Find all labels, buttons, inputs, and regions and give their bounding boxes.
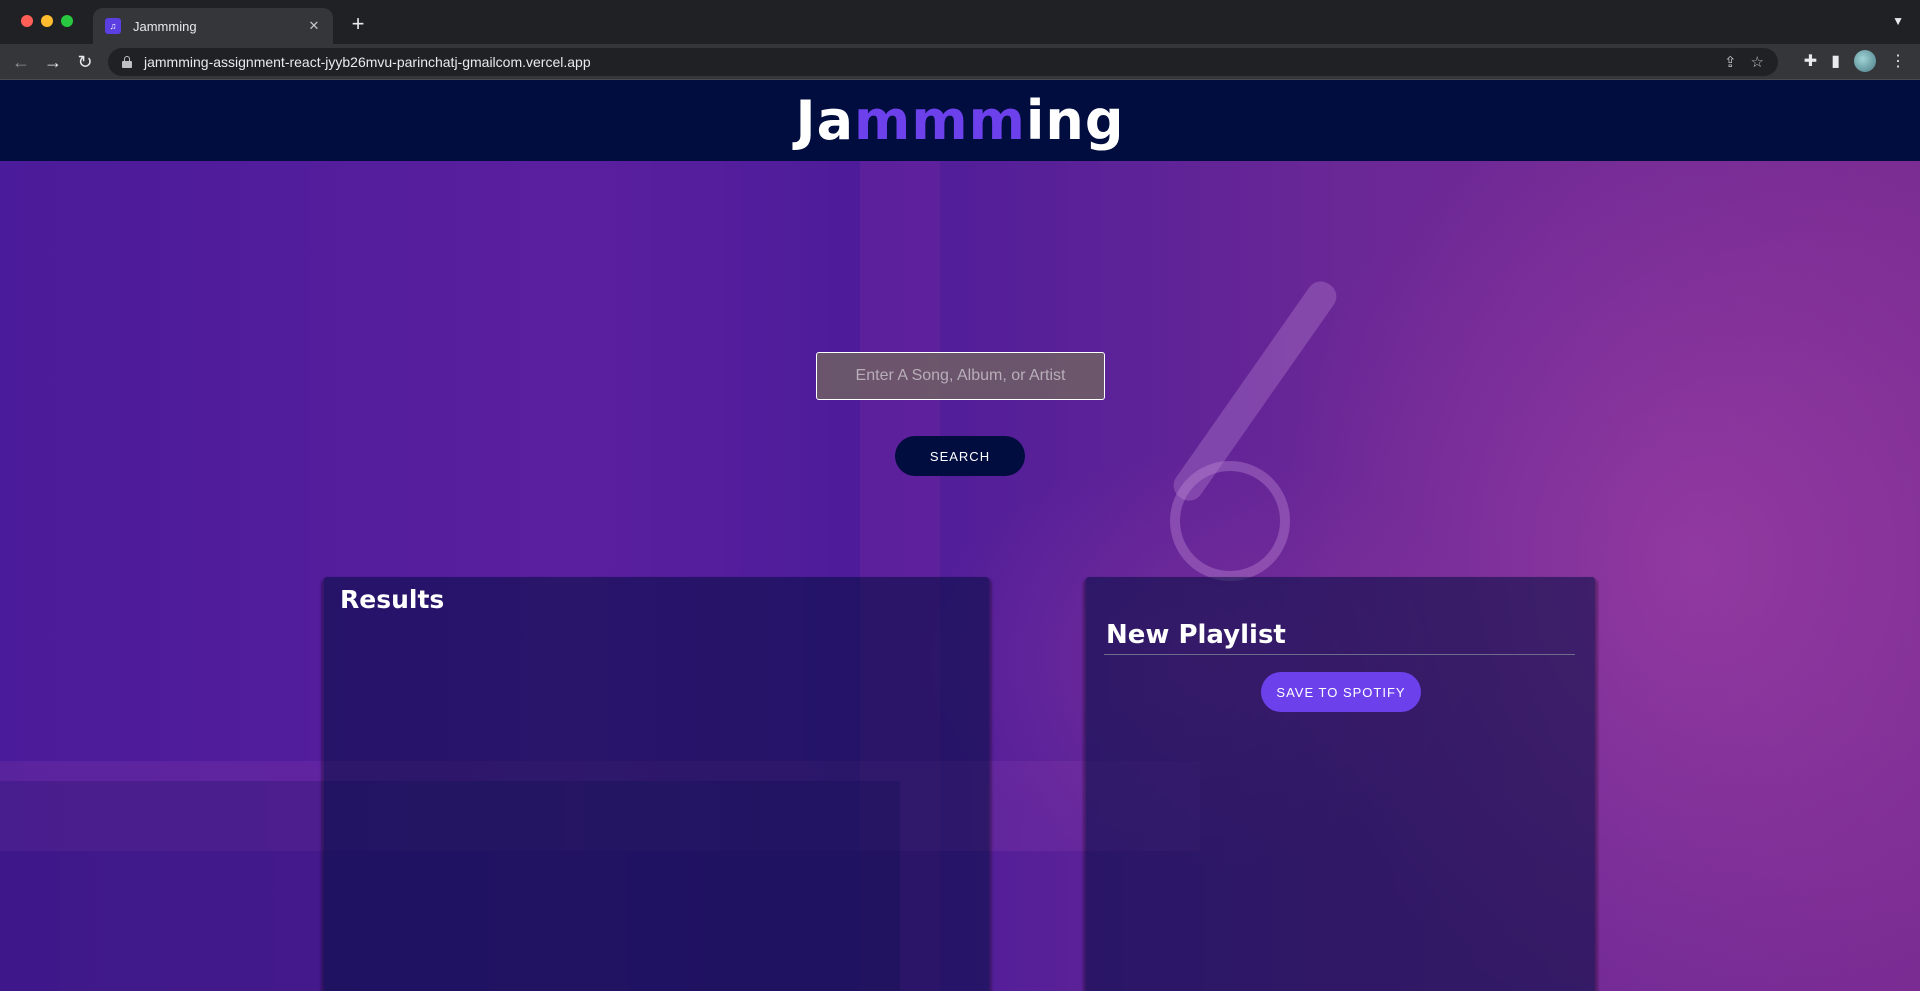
results-title: Results: [340, 585, 445, 614]
search-input[interactable]: [816, 352, 1105, 400]
address-bar[interactable]: jammming-assignment-react-jyyb26mvu-pari…: [108, 48, 1778, 76]
app-logo: Jammming: [795, 89, 1125, 152]
maximize-window-button[interactable]: [61, 15, 73, 27]
tab-title: Jammming: [133, 18, 197, 34]
browser-tab[interactable]: ♫ Jammming ✕: [93, 8, 333, 44]
reload-icon[interactable]: ↻: [73, 50, 97, 74]
more-menu-icon[interactable]: ⋮: [1890, 51, 1906, 71]
favicon-icon: ♫: [105, 18, 121, 34]
browser-toolbar: ← → ↻ jammming-assignment-react-jyyb26mv…: [0, 44, 1920, 80]
lock-icon[interactable]: [122, 56, 132, 68]
forward-arrow-icon[interactable]: →: [41, 50, 65, 74]
playlist-name-input[interactable]: [1104, 615, 1575, 655]
extensions-puzzle-icon[interactable]: ✚: [1804, 51, 1817, 71]
page-viewport: Jammming SEARCH Results SAVE TO SPOTIFY: [0, 80, 1920, 991]
search-button[interactable]: SEARCH: [895, 436, 1025, 476]
browser-tab-bar: ♫ Jammming ✕ + ▼: [0, 0, 1920, 44]
url-text[interactable]: jammming-assignment-react-jyyb26mvu-pari…: [144, 54, 591, 70]
minimize-window-button[interactable]: [41, 15, 53, 27]
new-tab-button[interactable]: +: [346, 12, 370, 36]
save-to-spotify-button[interactable]: SAVE TO SPOTIFY: [1261, 672, 1421, 712]
headphone-art: [1170, 461, 1290, 581]
close-window-button[interactable]: [21, 15, 33, 27]
results-panel: Results: [324, 577, 989, 991]
profile-avatar[interactable]: [1854, 50, 1876, 72]
bookmark-star-icon[interactable]: ☆: [1751, 53, 1764, 71]
app-header: Jammming: [0, 80, 1920, 161]
side-panel-icon[interactable]: ▮: [1831, 51, 1840, 71]
tab-search-chevron-icon[interactable]: ▼: [1892, 14, 1904, 28]
back-arrow-icon[interactable]: ←: [9, 50, 33, 74]
hero-background: SEARCH Results SAVE TO SPOTIFY: [0, 161, 1920, 991]
playlist-panel: SAVE TO SPOTIFY: [1086, 577, 1595, 991]
close-tab-icon[interactable]: ✕: [307, 18, 321, 34]
share-icon[interactable]: ⇪: [1724, 53, 1737, 71]
